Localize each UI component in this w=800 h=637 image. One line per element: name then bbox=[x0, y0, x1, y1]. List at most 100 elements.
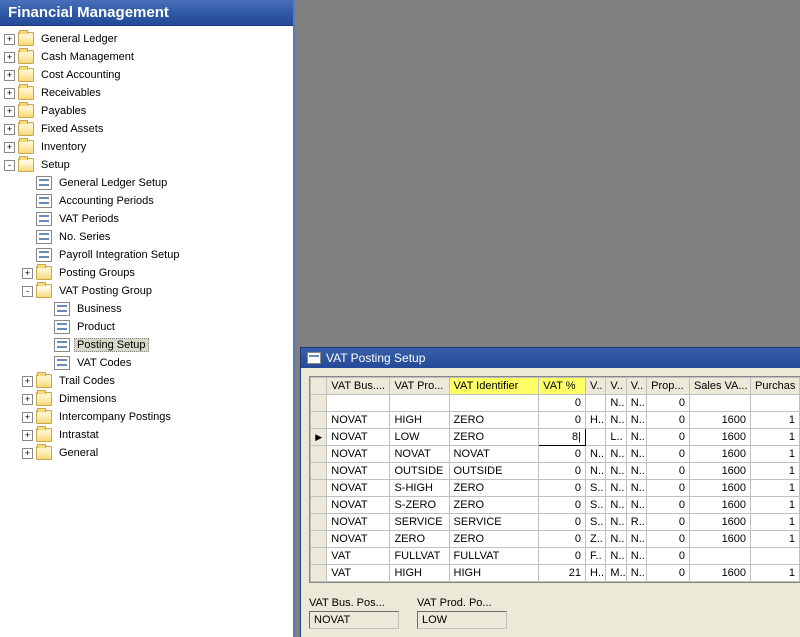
cell[interactable]: ZERO bbox=[449, 412, 539, 429]
tree-label[interactable]: Payroll Integration Setup bbox=[56, 248, 182, 262]
grid-corner[interactable] bbox=[311, 378, 327, 395]
tree-label[interactable]: Dimensions bbox=[56, 392, 119, 406]
cell[interactable]: 0 bbox=[647, 514, 690, 531]
cell[interactable]: 1600 bbox=[689, 463, 750, 480]
cell[interactable]: 0 bbox=[539, 531, 586, 548]
cell[interactable]: ZERO bbox=[449, 429, 539, 446]
expand-icon[interactable]: + bbox=[4, 70, 15, 81]
cell[interactable]: 0 bbox=[647, 463, 690, 480]
column-header[interactable]: V.. bbox=[626, 378, 646, 395]
expand-icon[interactable]: + bbox=[22, 412, 33, 423]
table-row[interactable]: NOVATNOVATNOVAT0N..N..N..016001 bbox=[311, 446, 800, 463]
cell[interactable]: N.. bbox=[626, 497, 646, 514]
cell[interactable]: 1 bbox=[751, 497, 800, 514]
cell[interactable]: ZERO bbox=[449, 497, 539, 514]
cell[interactable]: 0 bbox=[647, 531, 690, 548]
expand-icon[interactable]: + bbox=[4, 52, 15, 63]
cell[interactable]: S-HIGH bbox=[390, 480, 449, 497]
cell[interactable] bbox=[390, 395, 449, 412]
tree-label[interactable]: Setup bbox=[38, 158, 73, 172]
cell[interactable]: 1600 bbox=[689, 480, 750, 497]
table-row[interactable]: NOVATS-HIGHZERO0S..N..N..016001 bbox=[311, 480, 800, 497]
cell[interactable]: NOVAT bbox=[327, 463, 390, 480]
cell[interactable]: 1 bbox=[751, 463, 800, 480]
cell[interactable]: HIGH bbox=[390, 565, 449, 582]
grid-window-title-bar[interactable]: VAT Posting Setup bbox=[301, 348, 800, 368]
cell[interactable]: FULLVAT bbox=[449, 548, 539, 565]
tree-node[interactable]: No. Series bbox=[4, 228, 293, 246]
row-header[interactable] bbox=[311, 531, 327, 548]
tree-label[interactable]: General Ledger bbox=[38, 32, 120, 46]
cell[interactable]: 1600 bbox=[689, 531, 750, 548]
cell[interactable]: N.. bbox=[626, 446, 646, 463]
cell[interactable]: OUTSIDE bbox=[390, 463, 449, 480]
cell[interactable]: L.. bbox=[606, 429, 626, 446]
table-row[interactable]: NOVATZEROZERO0Z..N..N..016001 bbox=[311, 531, 800, 548]
table-row[interactable]: VATHIGHHIGH21H..M..N..016001 bbox=[311, 565, 800, 582]
cell[interactable] bbox=[751, 548, 800, 565]
cell[interactable]: NOVAT bbox=[390, 446, 449, 463]
expand-icon[interactable]: + bbox=[22, 268, 33, 279]
tree-node[interactable]: +Receivables bbox=[4, 84, 293, 102]
tree-label[interactable]: Inventory bbox=[38, 140, 89, 154]
table-row[interactable]: NOVATHIGHZERO0H..N..N..016001 bbox=[311, 412, 800, 429]
cell[interactable]: M.. bbox=[606, 565, 626, 582]
cell[interactable]: ZERO bbox=[390, 531, 449, 548]
expand-icon[interactable]: + bbox=[4, 142, 15, 153]
cell[interactable]: 0 bbox=[539, 446, 586, 463]
cell[interactable]: NOVAT bbox=[327, 480, 390, 497]
collapse-icon[interactable]: - bbox=[22, 286, 33, 297]
cell[interactable]: 0 bbox=[539, 497, 586, 514]
table-row[interactable]: VATFULLVATFULLVAT0F..N..N..0 bbox=[311, 548, 800, 565]
tree-label[interactable]: Intrastat bbox=[56, 428, 102, 442]
cell[interactable]: 1 bbox=[751, 514, 800, 531]
cell[interactable]: N.. bbox=[606, 463, 626, 480]
cell[interactable]: N.. bbox=[626, 480, 646, 497]
cell[interactable]: 0 bbox=[647, 480, 690, 497]
tree-label[interactable]: General Ledger Setup bbox=[56, 176, 170, 190]
cell[interactable]: S.. bbox=[586, 480, 606, 497]
column-header[interactable]: VAT % bbox=[539, 378, 586, 395]
expand-icon[interactable]: + bbox=[4, 106, 15, 117]
tree-label[interactable]: Intercompany Postings bbox=[56, 410, 174, 424]
cell[interactable]: 0 bbox=[539, 480, 586, 497]
cell[interactable]: N.. bbox=[626, 531, 646, 548]
expand-icon[interactable]: + bbox=[22, 430, 33, 441]
cell[interactable]: N.. bbox=[606, 548, 626, 565]
expand-icon[interactable]: + bbox=[22, 376, 33, 387]
cell[interactable]: VAT bbox=[327, 548, 390, 565]
cell[interactable]: N.. bbox=[606, 531, 626, 548]
tree-label[interactable]: Cash Management bbox=[38, 50, 137, 64]
expand-icon[interactable]: + bbox=[4, 124, 15, 135]
cell[interactable]: N.. bbox=[626, 548, 646, 565]
tree-node[interactable]: VAT Periods bbox=[4, 210, 293, 228]
column-header[interactable]: Purchas bbox=[751, 378, 800, 395]
cell[interactable]: H.. bbox=[586, 412, 606, 429]
cell[interactable]: 1 bbox=[751, 412, 800, 429]
tree-label[interactable]: Fixed Assets bbox=[38, 122, 106, 136]
cell[interactable]: NOVAT bbox=[327, 446, 390, 463]
cell[interactable] bbox=[751, 395, 800, 412]
tree-node[interactable]: General Ledger Setup bbox=[4, 174, 293, 192]
column-header[interactable]: Sales VA... bbox=[689, 378, 750, 395]
tree-label[interactable]: Posting Groups bbox=[56, 266, 138, 280]
row-header[interactable] bbox=[311, 446, 327, 463]
cell[interactable]: N.. bbox=[626, 412, 646, 429]
tree-node[interactable]: +Trail Codes bbox=[4, 372, 293, 390]
cell[interactable]: H.. bbox=[586, 565, 606, 582]
cell[interactable]: 0 bbox=[647, 497, 690, 514]
cell[interactable]: 21 bbox=[539, 565, 586, 582]
table-row[interactable]: NOVATSERVICESERVICE0S..N..R..016001 bbox=[311, 514, 800, 531]
cell[interactable]: 8| bbox=[539, 429, 586, 446]
table-row[interactable]: ▶NOVATLOWZERO8|L..N..016001 bbox=[311, 429, 800, 446]
cell[interactable]: NOVAT bbox=[327, 429, 390, 446]
row-header[interactable] bbox=[311, 565, 327, 582]
cell[interactable] bbox=[689, 548, 750, 565]
cell[interactable]: 1600 bbox=[689, 514, 750, 531]
cell[interactable]: N.. bbox=[626, 565, 646, 582]
cell[interactable]: F.. bbox=[586, 548, 606, 565]
cell[interactable]: Z.. bbox=[586, 531, 606, 548]
tree-node[interactable]: +General bbox=[4, 444, 293, 462]
column-header[interactable]: VAT Pro... bbox=[390, 378, 449, 395]
cell[interactable]: 0 bbox=[539, 548, 586, 565]
